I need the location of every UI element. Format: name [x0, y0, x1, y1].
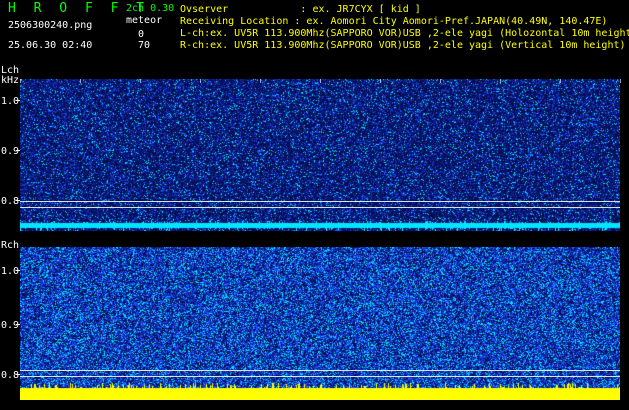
file-name: 2506300240.png [8, 20, 93, 31]
rch-ytick-mark-3 [16, 270, 20, 271]
rch-ytick-mark-4 [16, 324, 20, 325]
rch-right-margin [620, 247, 629, 400]
minute-tick-6 [380, 79, 381, 83]
location-line: Receiving Location : ex. Aomori City Aom… [180, 16, 608, 27]
minute-tick-5 [320, 79, 321, 83]
rch-spectrogram [20, 247, 620, 400]
rch-label: Rch [1, 240, 20, 251]
rch-ytick-mark-5 [16, 374, 20, 375]
minute-tick-2 [140, 79, 141, 83]
rch-meteor-count: 70 [138, 40, 151, 51]
lch-ref-line-lower [20, 207, 620, 208]
rch-ytick-0-8: 0.8 [1, 370, 20, 381]
minute-tick-1 [80, 79, 81, 83]
lch-ytick-mark-0 [16, 100, 20, 101]
lch-ytick-0-8: 0.8 [1, 196, 20, 207]
minute-tick-10 [620, 79, 621, 83]
version-label: 2ch 0.30 [126, 3, 175, 14]
rch-ref-line-lower [20, 376, 620, 377]
rch-ref-line-upper [20, 370, 620, 371]
lch-ytick-1-0: 1.0 [1, 96, 20, 107]
rch-ytick-1-0: 1.0 [1, 266, 20, 277]
minute-tick-0 [20, 79, 21, 83]
lch-waterfall-canvas [20, 79, 620, 231]
timestamp: 25.06.30 02:40 [8, 40, 93, 51]
rch-ytick-0-9: 0.9 [1, 320, 20, 331]
lch-ytick-mark-1 [16, 150, 20, 151]
meteor-label: meteor [126, 15, 163, 26]
minute-tick-3 [200, 79, 201, 83]
lch-right-margin [620, 79, 629, 231]
lch-ref-line-upper [20, 201, 620, 202]
rch-receiver-line: R-ch:ex. UV5R 113.900Mhz(SAPPORO VOR)USB… [180, 40, 626, 51]
rch-waterfall-canvas [20, 247, 620, 400]
lch-ytick-0-9: 0.9 [1, 146, 20, 157]
lch-ytick-mark-2 [16, 200, 20, 201]
lch-receiver-line: L-ch:ex. UV5R 113.900Mhz(SAPPORO VOR)USB… [180, 28, 629, 39]
minute-tick-4 [260, 79, 261, 83]
observer-line: Ovserver : ex. JR7CYX [ kid ] [180, 4, 421, 15]
minute-tick-8 [500, 79, 501, 83]
minute-tick-9 [560, 79, 561, 83]
minute-tick-7 [440, 79, 441, 83]
lch-unit-label: kHz [1, 75, 20, 86]
lch-spectrogram [20, 79, 620, 231]
